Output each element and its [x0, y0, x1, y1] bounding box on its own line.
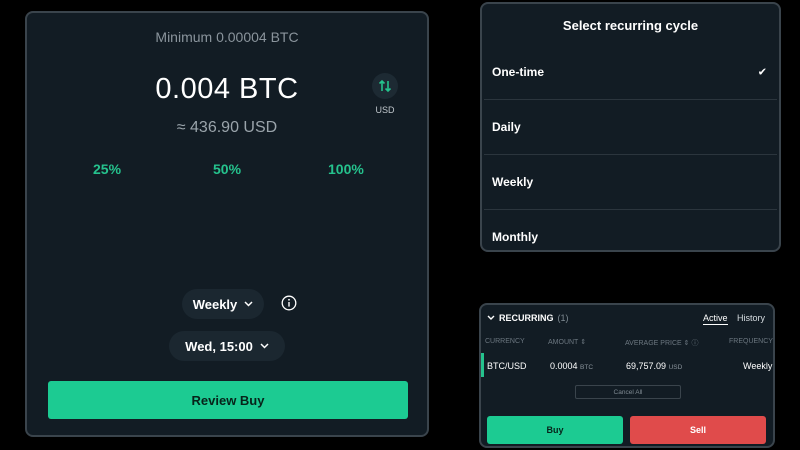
- sell-button[interactable]: Sell: [630, 416, 766, 444]
- cycle-option-monthly[interactable]: Monthly: [482, 209, 779, 264]
- approx-usd-value: ≈ 436.90 USD: [176, 119, 278, 136]
- recurring-cycle-value: Weekly: [192, 296, 238, 312]
- info-icon[interactable]: [281, 295, 297, 311]
- column-header-average-price[interactable]: AVERAGE PRICE ⇕ ⓘ: [625, 338, 699, 348]
- recurring-count: (1): [557, 313, 569, 323]
- order-amount: 0.0004 BTC: [550, 361, 593, 371]
- order-frequency: Weekly: [743, 361, 773, 371]
- order-average-price: 69,757.09 USD: [626, 361, 682, 371]
- cycle-option-label: Daily: [492, 119, 521, 134]
- review-buy-button[interactable]: Review Buy: [48, 381, 408, 419]
- chevron-down-icon: [244, 301, 253, 307]
- cycle-option-label: One-time: [492, 64, 545, 79]
- recurring-orders-panel: RECURRING (1) Active History CURRENCY AM…: [479, 303, 775, 448]
- cycle-selector-title: Select recurring cycle: [562, 18, 699, 33]
- minimum-amount-text: Minimum 0.00004 BTC: [155, 29, 299, 45]
- row-accent-bar: [481, 353, 484, 377]
- sort-icon: ⇕: [683, 340, 690, 347]
- buy-button[interactable]: Buy: [487, 416, 623, 444]
- cycle-option-daily[interactable]: Daily: [482, 99, 779, 154]
- column-header-label: AMOUNT: [548, 338, 579, 346]
- order-price-unit: USD: [668, 364, 683, 371]
- sort-icon: ⇕: [580, 339, 587, 346]
- cancel-all-button[interactable]: Cancel All: [575, 385, 681, 399]
- buy-panel: Minimum 0.00004 BTC 0.004 BTC ≈ 436.90 U…: [25, 11, 429, 437]
- currency-toggle-label: USD: [375, 105, 395, 115]
- order-amount-value: 0.0004: [550, 361, 578, 371]
- cycle-option-one-time[interactable]: One-time ✔: [482, 44, 779, 99]
- recurring-title: RECURRING: [499, 313, 554, 323]
- schedule-time-value: Wed, 15:00: [185, 338, 253, 354]
- order-price-value: 69,757.09: [626, 361, 667, 371]
- chevron-down-icon: [260, 343, 269, 349]
- cycle-option-label: Monthly: [492, 229, 538, 244]
- percent-50-button[interactable]: 50%: [213, 161, 241, 177]
- currency-toggle-button[interactable]: [372, 73, 398, 99]
- schedule-time-dropdown[interactable]: Wed, 15:00: [169, 331, 285, 361]
- recurring-cycle-dropdown[interactable]: Weekly: [182, 289, 264, 319]
- column-header-label: CURRENCY: [485, 338, 525, 345]
- cycle-option-weekly[interactable]: Weekly: [482, 154, 779, 209]
- percent-100-button[interactable]: 100%: [328, 161, 364, 177]
- tab-active[interactable]: Active: [703, 313, 728, 325]
- chevron-down-icon: [487, 315, 495, 320]
- checkmark-icon: ✔: [757, 66, 767, 78]
- column-header-label: AVERAGE PRICE: [625, 339, 682, 347]
- swap-arrows-icon: [378, 79, 392, 93]
- amount-display[interactable]: 0.004 BTC: [27, 73, 427, 106]
- recurring-header[interactable]: RECURRING (1): [487, 313, 569, 323]
- column-header-label: FREQUENCY: [729, 338, 773, 345]
- order-amount-unit: BTC: [580, 364, 594, 371]
- percent-25-button[interactable]: 25%: [93, 161, 121, 177]
- order-currency: BTC/USD: [487, 361, 527, 371]
- cycle-option-label: Weekly: [492, 174, 534, 189]
- column-header-amount[interactable]: AMOUNT ⇕: [548, 338, 587, 347]
- info-icon[interactable]: ⓘ: [692, 338, 699, 348]
- column-header-frequency: FREQUENCY: [729, 338, 773, 345]
- recurring-cycle-selector: Select recurring cycle One-time ✔ Daily …: [480, 2, 781, 252]
- column-header-currency: CURRENCY: [485, 338, 525, 345]
- tab-history[interactable]: History: [737, 313, 765, 323]
